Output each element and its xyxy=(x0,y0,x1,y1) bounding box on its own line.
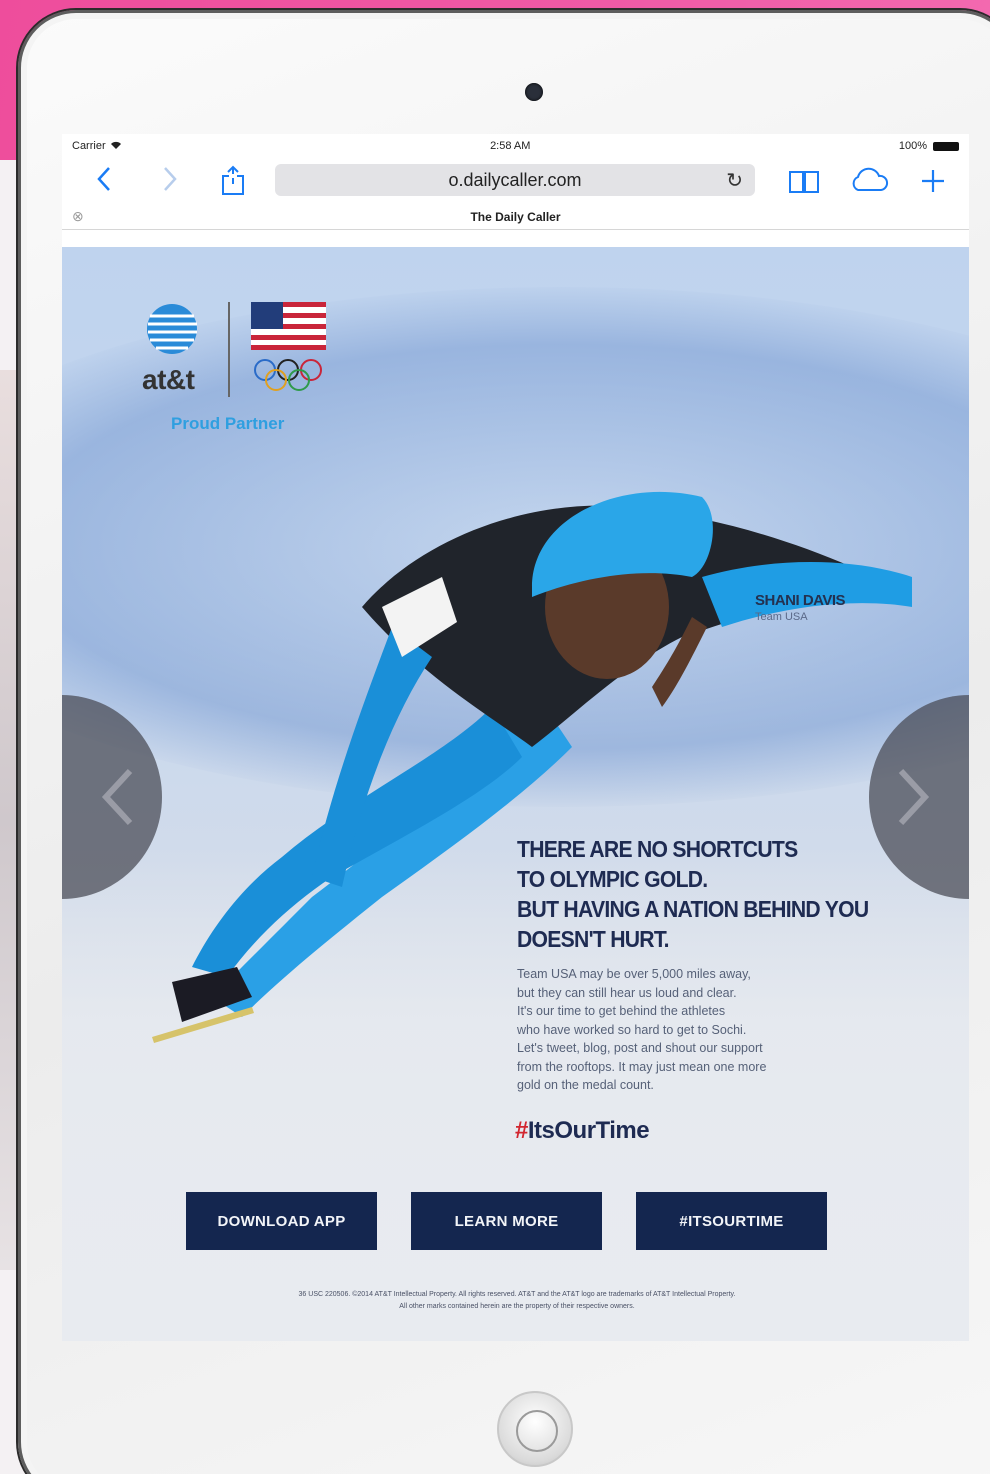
bookmarks-button[interactable] xyxy=(787,164,821,206)
body-line: It's our time to get behind the athletes xyxy=(517,1004,726,1018)
chevron-right-icon xyxy=(898,768,930,826)
home-button[interactable] xyxy=(497,1391,573,1467)
share-button[interactable] xyxy=(220,164,246,206)
athlete-name: SHANI DAVIS xyxy=(755,592,846,609)
ad-headline: THERE ARE NO SHORTCUTS TO OLYMPIC GOLD. … xyxy=(517,834,903,954)
download-app-button[interactable]: DOWNLOAD APP xyxy=(186,1192,377,1250)
wifi-icon xyxy=(110,140,122,153)
body-line: from the rooftops. It may just mean one … xyxy=(517,1059,767,1074)
campaign-hashtag: #ItsOurTime xyxy=(515,1117,650,1145)
status-bar: Carrier 2:58 AM 100% xyxy=(62,134,969,158)
body-line: Team USA may be over 5,000 miles away, xyxy=(517,967,751,981)
body-line: gold on the medal count. xyxy=(517,1078,654,1092)
icloud-tabs-button[interactable] xyxy=(848,164,890,206)
tab-bar: ⊗ The Daily Caller xyxy=(62,204,969,230)
legal-line: All other marks contained herein are the… xyxy=(399,1303,635,1310)
chevron-left-icon xyxy=(101,768,133,826)
forward-button[interactable] xyxy=(160,164,180,202)
new-tab-button[interactable] xyxy=(919,164,947,206)
headline-line: BUT HAVING A NATION BEHIND YOU xyxy=(517,896,869,922)
headline-line: THERE ARE NO SHORTCUTS xyxy=(517,836,798,862)
clock: 2:58 AM xyxy=(490,140,531,152)
hashtag-text: ItsOurTime xyxy=(527,1117,650,1144)
headline-line: DOESN'T HURT. xyxy=(517,926,670,952)
front-camera xyxy=(525,83,543,101)
ad-body-copy: Team USA may be over 5,000 miles away, b… xyxy=(517,965,887,1095)
legal-disclaimer: 36 USC 220506. ©2014 AT&T Intellectual P… xyxy=(202,1289,832,1313)
back-button[interactable] xyxy=(94,164,114,202)
tab-title[interactable]: The Daily Caller xyxy=(470,210,560,224)
body-line: but they can still hear us loud and clea… xyxy=(517,985,737,1000)
address-bar[interactable]: o.dailycaller.com ↻ xyxy=(275,164,755,196)
legal-line: 36 USC 220506. ©2014 AT&T Intellectual P… xyxy=(298,1291,736,1298)
headline-line: TO OLYMPIC GOLD. xyxy=(517,866,708,892)
learn-more-button[interactable]: LEARN MORE xyxy=(411,1192,602,1250)
hashtag-symbol: # xyxy=(515,1117,528,1144)
browser-toolbar: o.dailycaller.com ↻ xyxy=(62,158,969,204)
battery-percent: 100% xyxy=(898,140,927,152)
body-line: Let's tweet, blog, post and shout our su… xyxy=(517,1041,763,1055)
reload-icon[interactable]: ↻ xyxy=(726,168,743,193)
carrier-label: Carrier xyxy=(72,140,106,152)
close-tab-icon[interactable]: ⊗ xyxy=(72,208,84,225)
body-line: who have worked so hard to get to Sochi. xyxy=(517,1022,747,1037)
advertisement: at&t Proud Partner SHANI DAVIS Team USA … xyxy=(62,247,969,1341)
hashtag-button[interactable]: #ITSOURTIME xyxy=(636,1192,827,1250)
url-text: o.dailycaller.com xyxy=(448,169,582,190)
tablet-screen: Carrier 2:58 AM 100% o.dailycaller.com ↻… xyxy=(62,134,969,1341)
athlete-team: Team USA xyxy=(755,611,808,623)
battery-icon xyxy=(933,141,959,151)
